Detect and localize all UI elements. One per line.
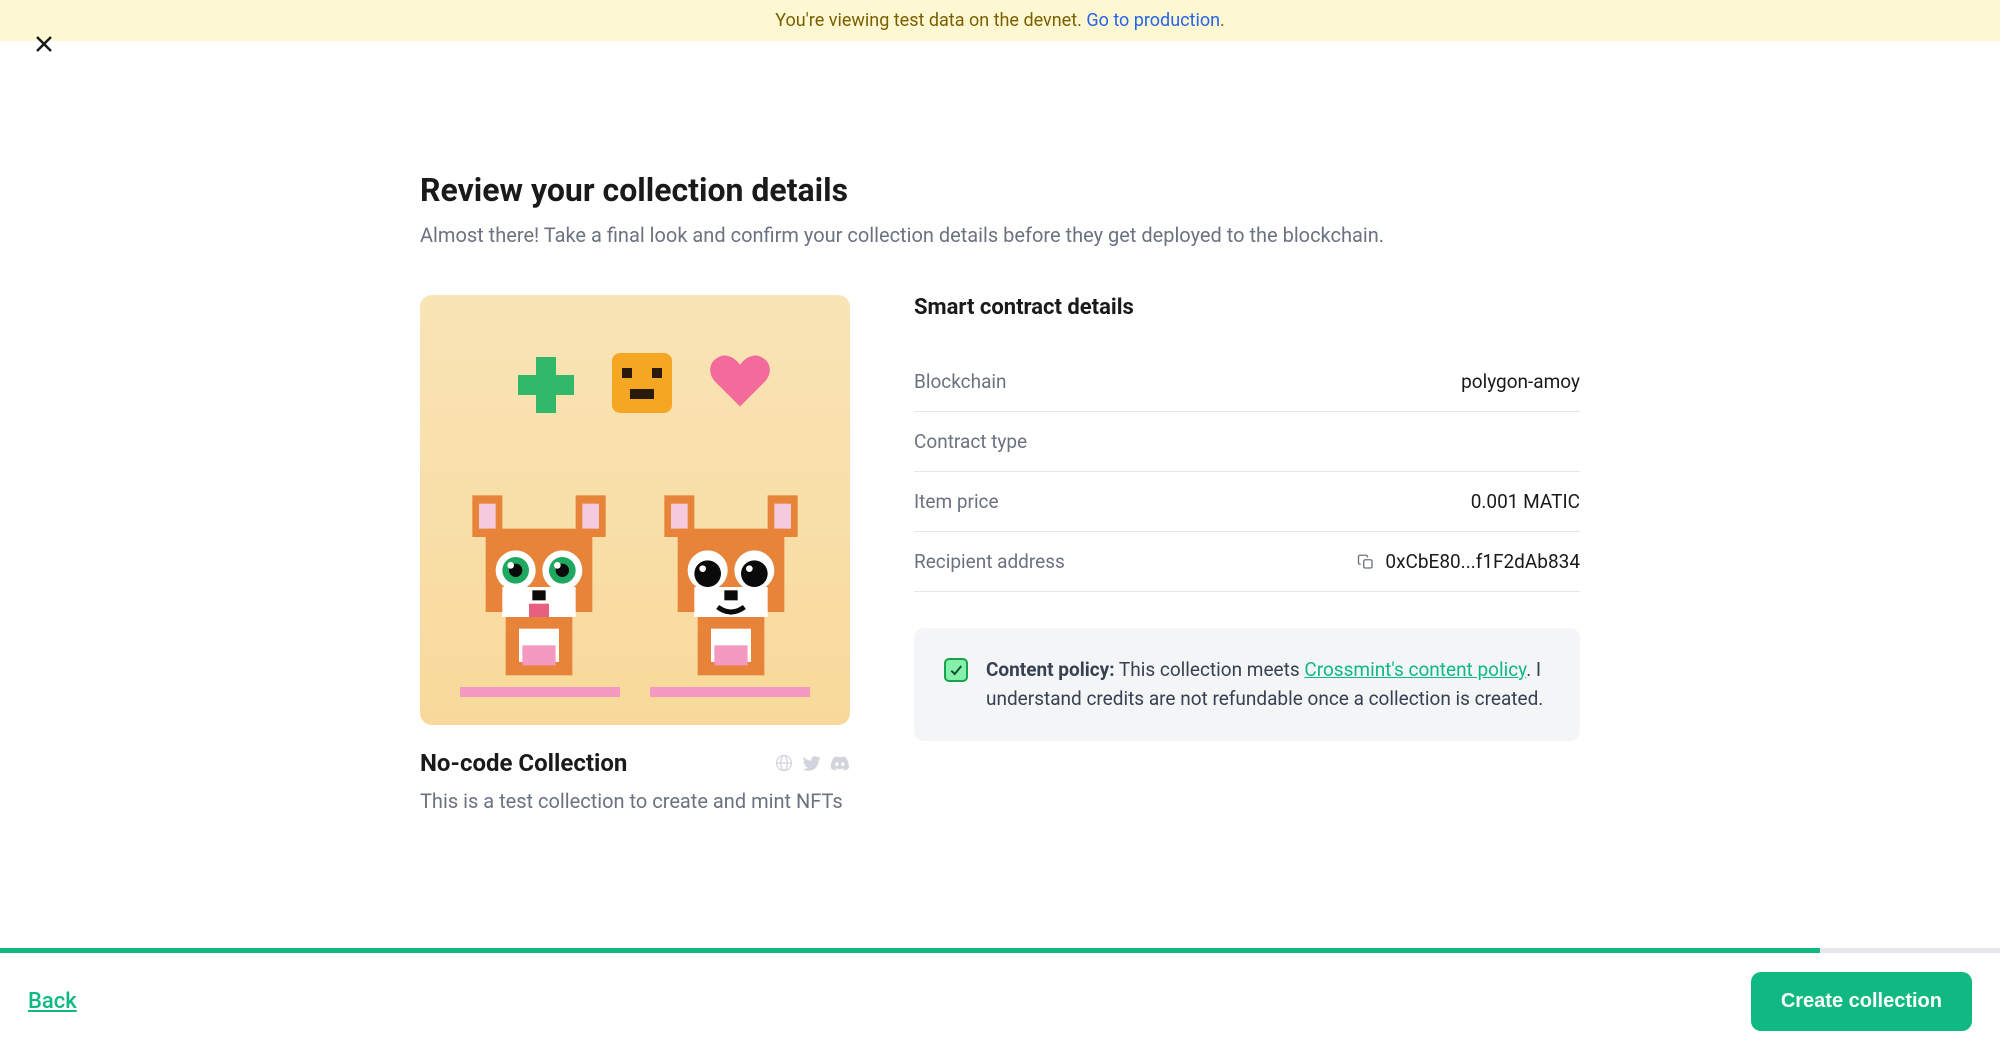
content-policy-box: Content policy: This collection meets Cr… (914, 628, 1580, 741)
contract-details-table: Blockchain polygon-amoy Contract type It… (914, 352, 1580, 592)
fox-character-right (646, 487, 816, 687)
heart-icon (710, 355, 770, 409)
page-title: Review your collection details (420, 171, 1580, 209)
checkmark-icon (948, 662, 964, 678)
recipient-address-text: 0xCbE80...f1F2dAb834 (1385, 550, 1580, 573)
detail-value: 0xCbE80...f1F2dAb834 (1357, 550, 1580, 573)
copy-icon[interactable] (1357, 553, 1375, 571)
detail-label: Item price (914, 490, 999, 513)
collection-image (420, 295, 850, 725)
policy-link[interactable]: Crossmint's content policy (1304, 658, 1526, 681)
twitter-icon (802, 753, 822, 773)
collection-description: This is a test collection to create and … (420, 789, 850, 813)
policy-prefix: Content policy: (986, 658, 1115, 681)
banner-text: You're viewing test data on the devnet. (775, 10, 1086, 31)
detail-row-contract-type: Contract type (914, 412, 1580, 472)
detail-row-blockchain: Blockchain polygon-amoy (914, 352, 1580, 412)
create-collection-button[interactable]: Create collection (1751, 972, 1972, 1031)
detail-value: 0.001 MATIC (1471, 490, 1580, 513)
emoji-icon (612, 353, 672, 413)
footer: Back Create collection (0, 953, 2000, 1049)
discord-icon (830, 753, 850, 773)
collection-name: No-code Collection (420, 749, 627, 777)
back-link[interactable]: Back (28, 989, 77, 1014)
policy-text1: This collection meets (1115, 658, 1305, 681)
close-button[interactable] (28, 28, 60, 60)
fox-character-left (454, 487, 624, 687)
close-icon (32, 32, 56, 56)
detail-label: Blockchain (914, 370, 1007, 393)
policy-text: Content policy: This collection meets Cr… (986, 656, 1550, 713)
detail-value: polygon-amoy (1461, 370, 1580, 393)
policy-checkbox[interactable] (944, 658, 968, 682)
contract-section-title: Smart contract details (914, 295, 1580, 320)
detail-label: Recipient address (914, 550, 1065, 573)
production-link[interactable]: Go to production (1086, 10, 1220, 31)
detail-label: Contract type (914, 430, 1027, 453)
banner-suffix: . (1220, 10, 1225, 31)
globe-icon (774, 753, 794, 773)
detail-row-recipient: Recipient address 0xCbE80...f1F2dAb834 (914, 532, 1580, 592)
plus-icon (518, 357, 574, 413)
devnet-banner: You're viewing test data on the devnet. … (0, 0, 2000, 41)
detail-row-item-price: Item price 0.001 MATIC (914, 472, 1580, 532)
page-subtitle: Almost there! Take a final look and conf… (420, 223, 1580, 247)
